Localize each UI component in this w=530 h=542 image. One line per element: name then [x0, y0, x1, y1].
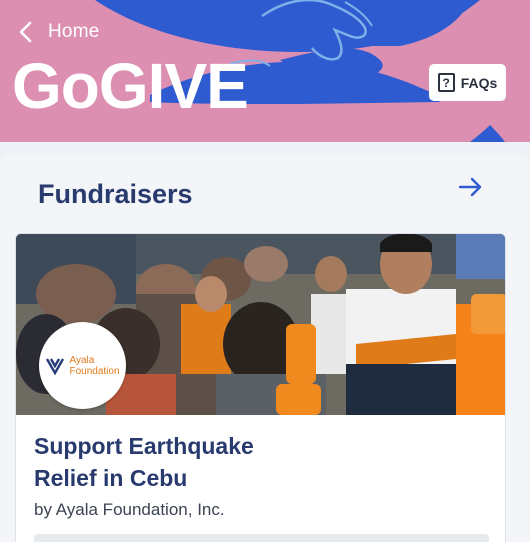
card-body: Support Earthquake Relief in Cebu by Aya… — [34, 430, 489, 520]
faq-label: FAQs — [460, 74, 498, 91]
header-banner: Home GoGIVE ? FAQs — [0, 0, 530, 142]
fundraiser-organizer: by Ayala Foundation, Inc. — [34, 500, 225, 519]
ayala-foundation-logo: Ayala Foundation — [39, 322, 126, 409]
arrow-right-icon[interactable] — [457, 175, 485, 199]
faq-button[interactable]: ? FAQs — [429, 64, 506, 101]
fundraiser-title[interactable]: Support Earthquake Relief in Cebu — [34, 430, 489, 494]
brand-logo: GoGIVE — [12, 50, 249, 122]
progress-bar — [34, 534, 489, 542]
logo-line-1: Ayala — [69, 354, 95, 366]
fundraiser-card[interactable]: Ayala Foundation Support Earthquake Reli… — [15, 233, 506, 542]
chevron-left-icon — [19, 21, 32, 43]
fundraiser-title-line-2: Relief in Cebu — [34, 465, 188, 491]
fundraiser-title-line-1: Support Earthquake — [34, 433, 254, 459]
back-label: Home — [48, 21, 100, 42]
logo-line-2: Foundation — [69, 365, 120, 377]
logo-text: Ayala Foundation — [69, 355, 119, 377]
section-title: Fundraisers — [38, 179, 193, 209]
question-box-icon: ? — [437, 73, 455, 92]
ayala-mark-icon — [46, 357, 65, 375]
back-button[interactable]: Home — [16, 20, 99, 44]
